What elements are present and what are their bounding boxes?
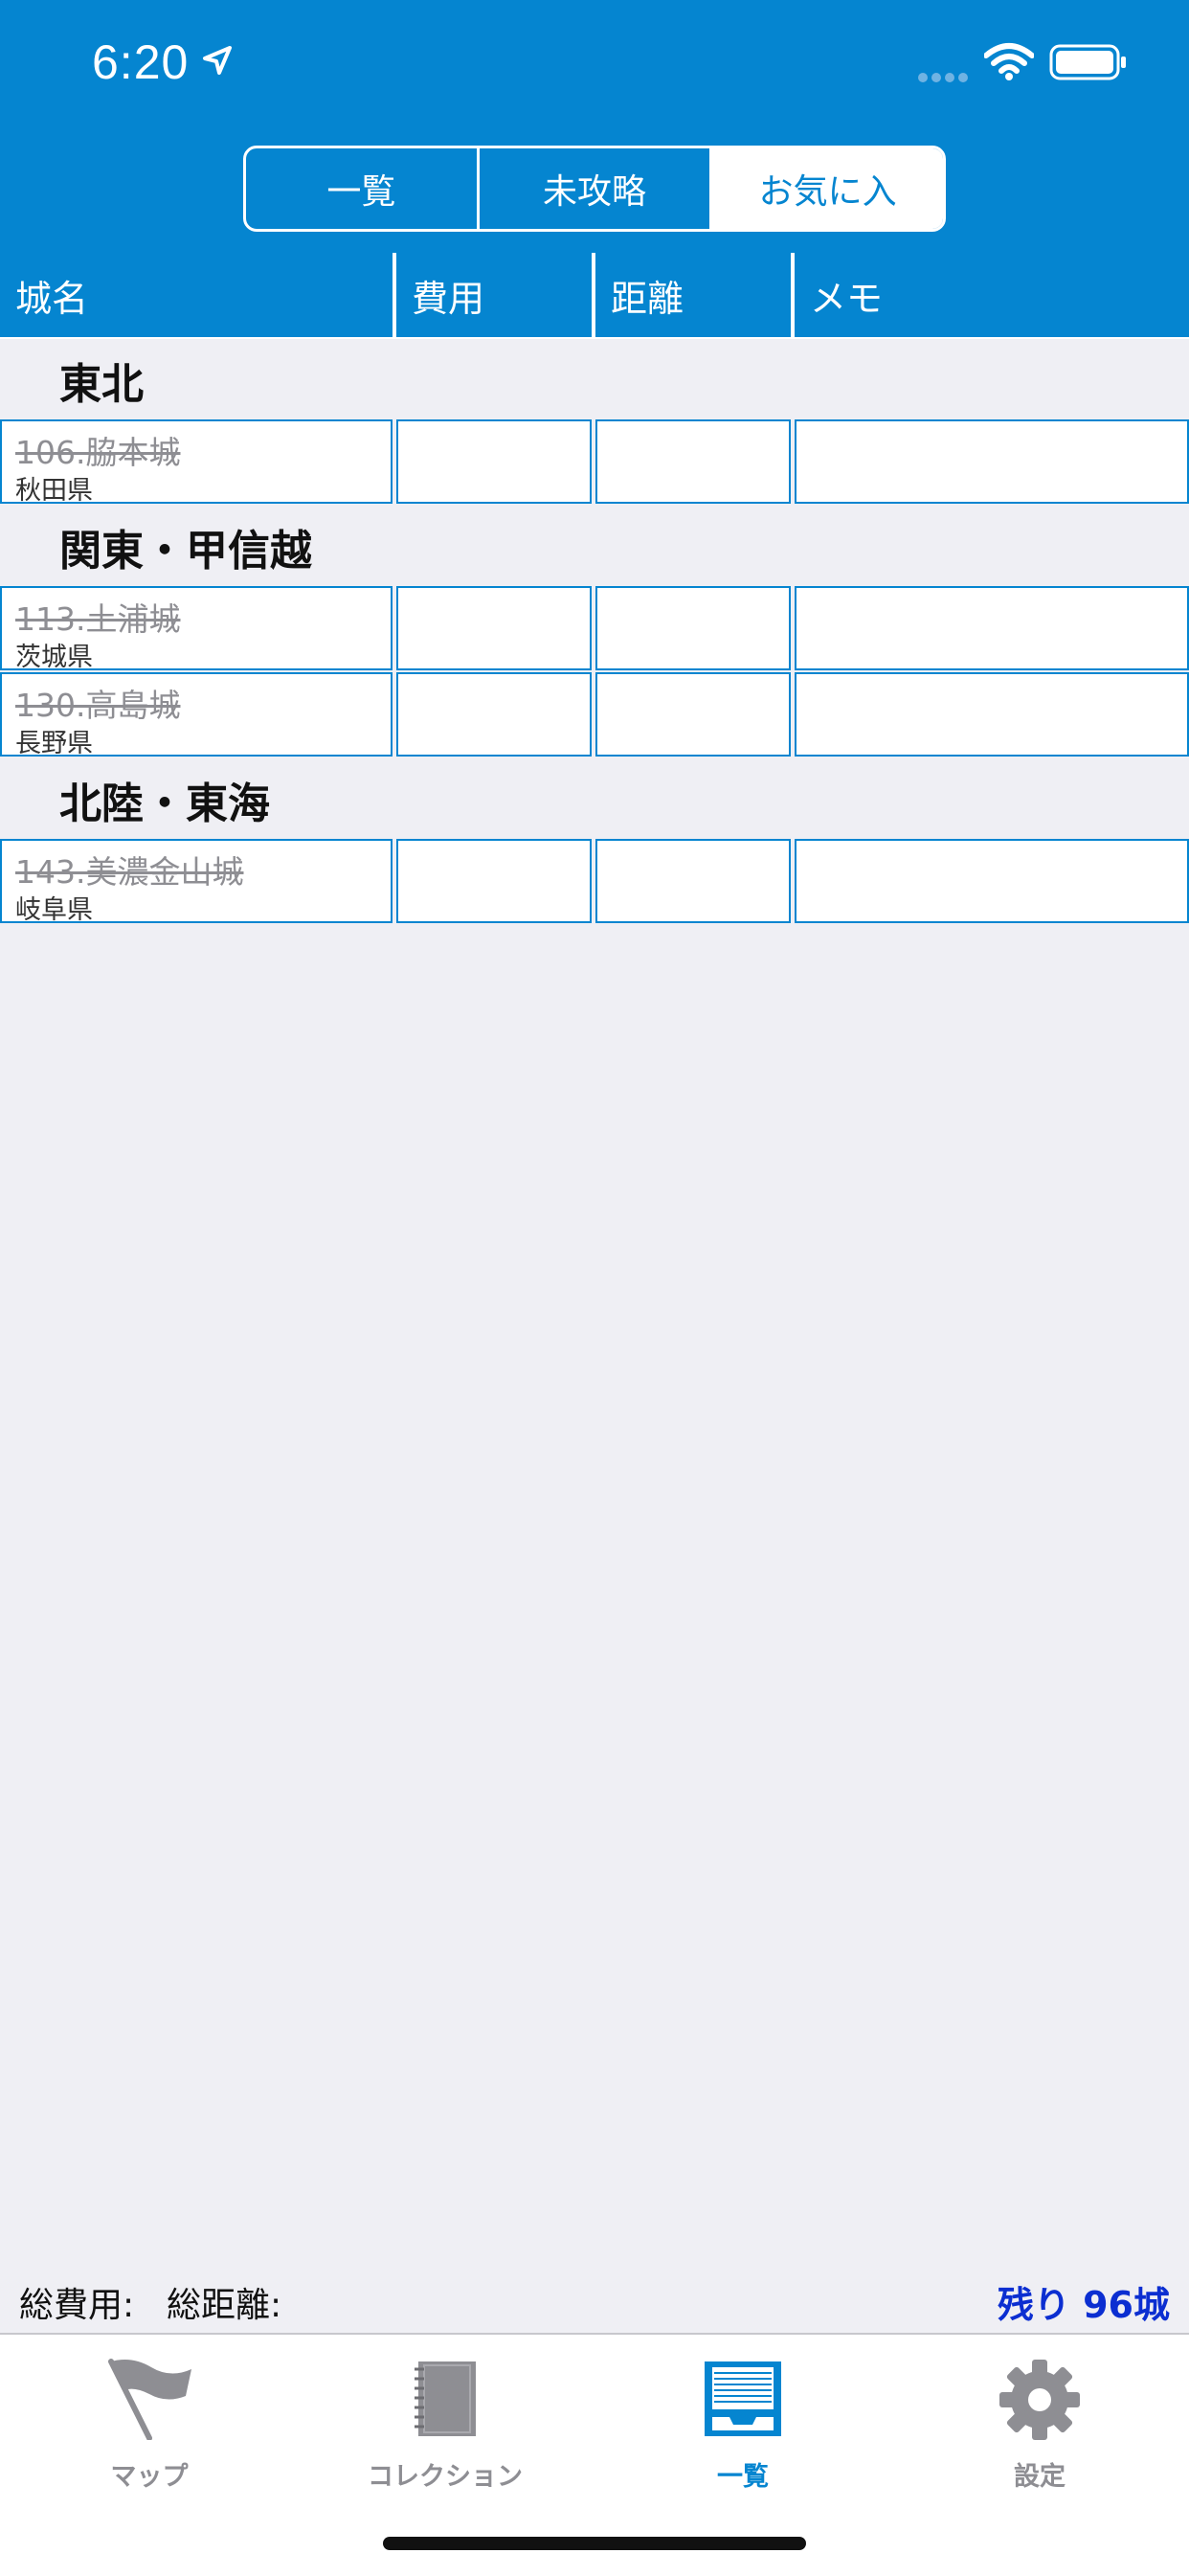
section-header: 関東・甲信越 [59, 527, 312, 576]
table-header: 城名 費用 距離 メモ [0, 253, 1189, 339]
wifi-icon [983, 42, 1035, 84]
section-header: 東北 [59, 360, 144, 409]
castle-cell[interactable]: 143.美濃金山城 岐阜県 [0, 839, 393, 925]
memo-cell[interactable] [795, 672, 1189, 757]
memo-cell[interactable] [795, 839, 1189, 923]
tab-label: コレクション [368, 2462, 523, 2492]
cost-cell[interactable] [396, 586, 592, 670]
tab-label: 一覧 [717, 2462, 769, 2492]
total-distance-label: 総距離: [167, 2286, 282, 2325]
column-header-memo: メモ [795, 253, 1189, 337]
tab-label: マップ [110, 2462, 189, 2492]
table-row[interactable]: 113.土浦城 茨城県 [0, 586, 1189, 672]
distance-cell[interactable] [595, 839, 791, 923]
distance-cell[interactable] [595, 419, 791, 504]
castle-cell[interactable]: 130.高島城 長野県 [0, 672, 393, 758]
distance-cell[interactable] [595, 672, 791, 757]
prefecture: 茨城県 [15, 643, 93, 672]
tab-settings[interactable]: 設定 [925, 2348, 1155, 2492]
table-row[interactable]: 130.高島城 長野県 [0, 672, 1189, 758]
segmented-control: 一覧 未攻略 お気に入 [243, 146, 946, 232]
castle-cell[interactable]: 113.土浦城 茨城県 [0, 586, 393, 672]
section-header: 北陸・東海 [59, 780, 270, 828]
tab-label: 設定 [1014, 2462, 1066, 2492]
table-row[interactable]: 106.脇本城 秋田県 [0, 419, 1189, 506]
prefecture: 秋田県 [15, 476, 93, 506]
location-arrow-icon [201, 44, 234, 80]
memo-cell[interactable] [795, 586, 1189, 670]
tab-collection[interactable]: コレクション [330, 2348, 560, 2492]
prefecture: 長野県 [15, 729, 93, 758]
castle-cell[interactable]: 106.脇本城 秋田県 [0, 419, 393, 506]
remaining-count: 残り 96城 [997, 2284, 1170, 2326]
cost-cell[interactable] [396, 419, 592, 504]
segment-favorites[interactable]: お気に入 [712, 148, 943, 229]
prefecture: 岐阜県 [15, 895, 93, 925]
segment-unconquered[interactable]: 未攻略 [480, 148, 713, 229]
notebook-icon [411, 2358, 480, 2444]
column-header-cost: 費用 [396, 253, 592, 337]
column-header-distance: 距離 [595, 253, 791, 337]
memo-cell[interactable] [795, 419, 1189, 504]
cost-cell[interactable] [396, 839, 592, 923]
castle-name: 130.高島城 [15, 687, 181, 724]
battery-icon [1049, 44, 1128, 84]
cost-cell[interactable] [396, 672, 592, 757]
segment-list[interactable]: 一覧 [246, 148, 480, 229]
gear-icon [998, 2358, 1082, 2446]
tab-map[interactable]: マップ [34, 2348, 264, 2492]
status-time: 6:20 [92, 35, 190, 89]
home-indicator[interactable] [383, 2537, 806, 2550]
header: 6:20 一覧 未攻略 お気に入 [0, 0, 1189, 253]
signal-icon [917, 69, 971, 87]
table-row[interactable]: 143.美濃金山城 岐阜県 [0, 839, 1189, 925]
castle-name: 106.脇本城 [15, 434, 181, 471]
flag-icon [103, 2358, 195, 2444]
column-header-castle-name: 城名 [0, 253, 393, 337]
castle-name: 113.土浦城 [15, 600, 181, 638]
total-cost-label: 総費用: [19, 2286, 135, 2325]
tab-list[interactable]: 一覧 [628, 2348, 858, 2492]
castle-name: 143.美濃金山城 [15, 853, 244, 891]
list-icon [703, 2358, 783, 2444]
distance-cell[interactable] [595, 586, 791, 670]
summary-bar: 総費用: 総距離: 残り 96城 [0, 2270, 1189, 2337]
